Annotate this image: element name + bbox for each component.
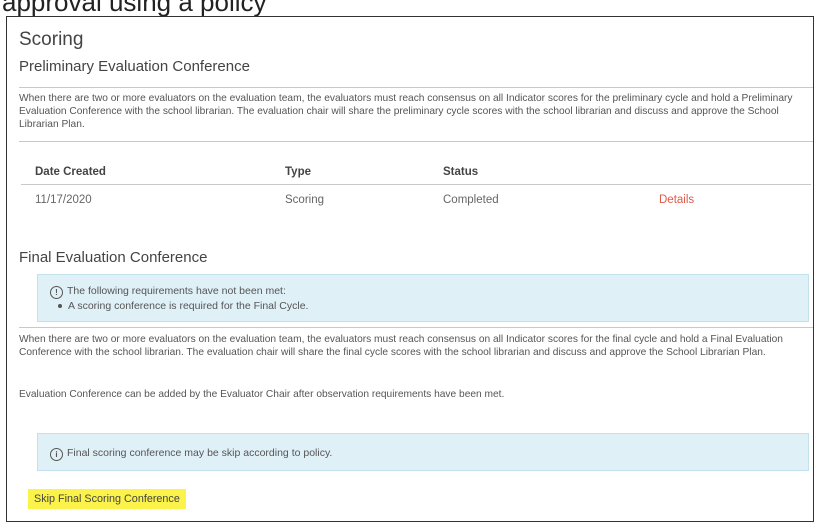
divider [19,327,813,328]
column-header-status: Status [443,166,479,178]
row-date: 11/17/2020 [35,194,92,206]
scoring-title: Scoring [19,29,84,50]
policy-alert-text: i Final scoring conference may be skip ac… [50,447,332,461]
info-circle-icon: i [50,448,63,461]
requirement-item: A scoring conference is required for the… [50,300,308,312]
preliminary-description: When there are two or more evaluators on… [19,93,793,130]
row-status: Completed [443,194,499,206]
divider [19,141,813,142]
chair-note: Evaluation Conference can be added by th… [19,389,505,400]
divider [19,87,813,88]
table-divider [21,184,811,185]
requirements-alert: ! The following requirements have not bee… [37,274,809,322]
final-conference-title: Final Evaluation Conference [19,249,208,266]
details-link[interactable]: Details [659,194,694,206]
preliminary-conference-title: Preliminary Evaluation Conference [19,58,250,75]
column-header-type: Type [285,166,311,178]
policy-alert: i Final scoring conference may be skip ac… [37,433,809,471]
requirements-heading: ! The following requirements have not bee… [50,285,286,299]
page-caption: approval using a policy [2,0,267,17]
final-description: When there are two or more evaluators on… [19,334,783,358]
row-type: Scoring [285,194,324,206]
info-circle-icon: ! [50,286,63,299]
bullet-icon [58,303,62,308]
skip-final-scoring-button[interactable]: Skip Final Scoring Conference [28,489,186,509]
screenshot-frame: Scoring Preliminary Evaluation Conferenc… [6,16,814,522]
column-header-date: Date Created [35,166,106,178]
